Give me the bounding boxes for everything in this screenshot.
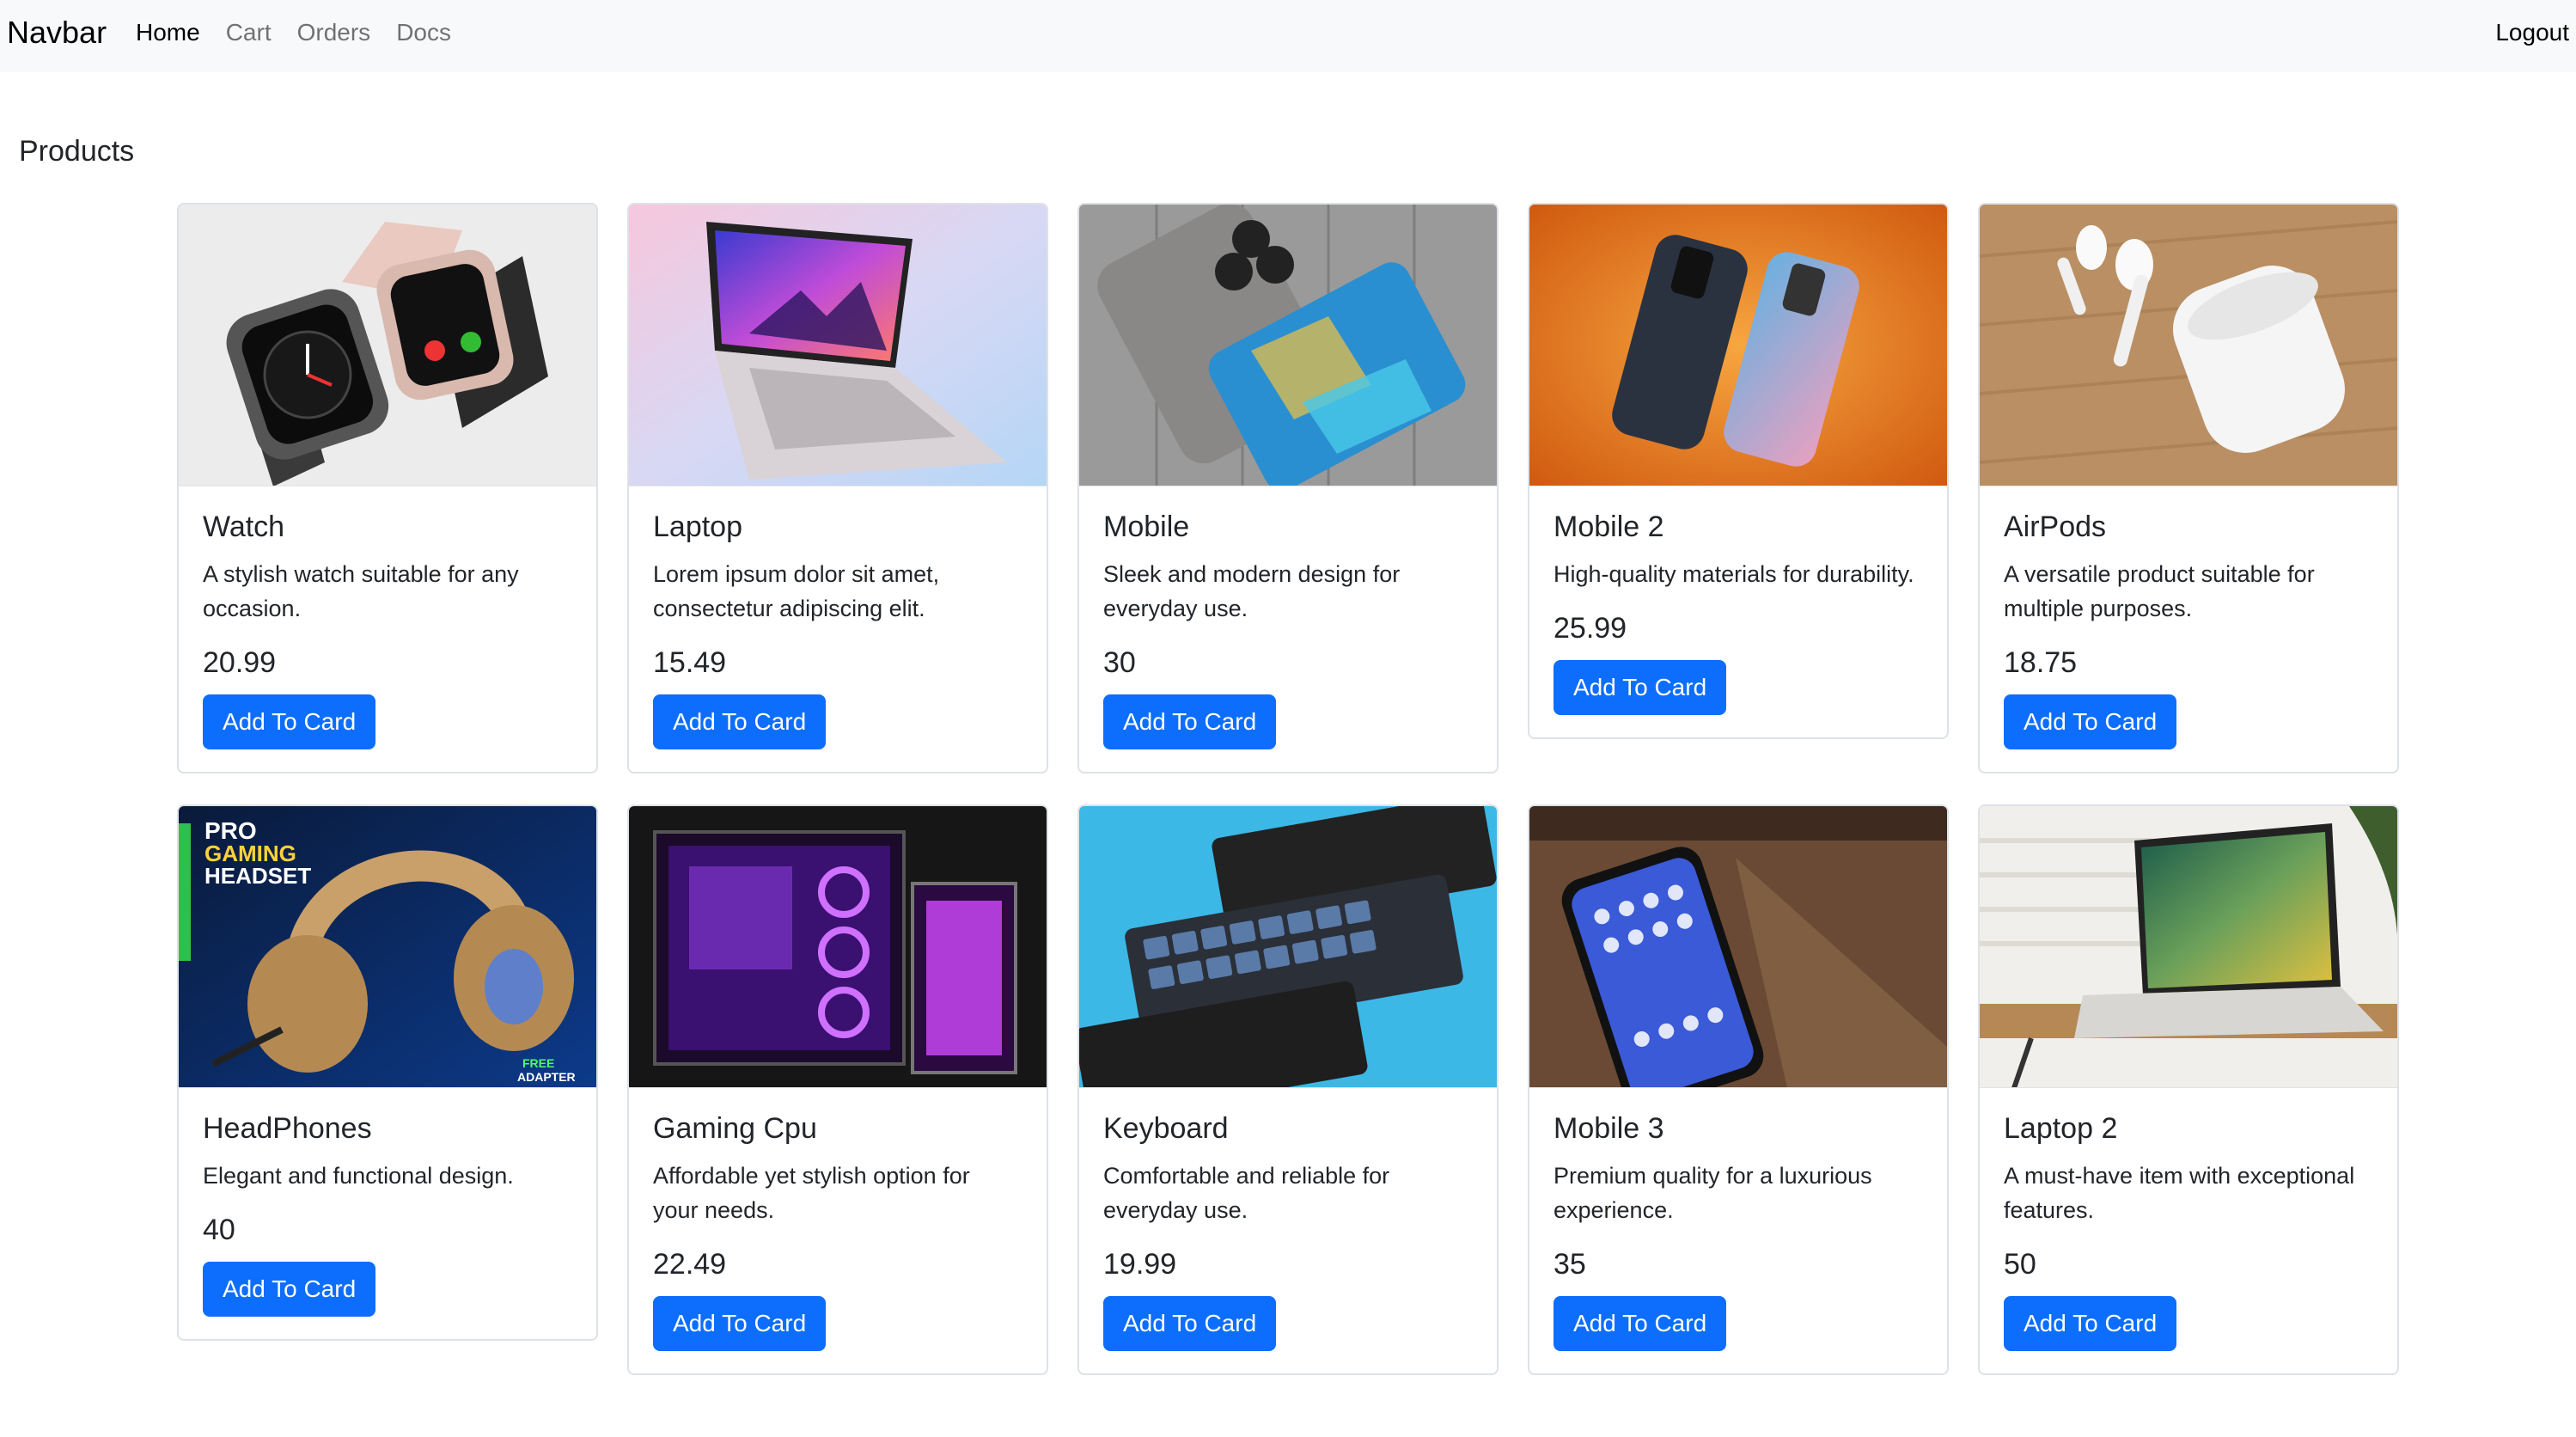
gaming-headset-image[interactable]: PRO GAMING HEADSET FREE ADAPTER	[179, 806, 596, 1088]
add-to-cart-button[interactable]: Add To Card	[653, 694, 827, 749]
product-price: 15.49	[653, 646, 727, 679]
product-card-watch: Watch A stylish watch suitable for any o…	[177, 203, 598, 774]
product-card-airpods: AirPods A versatile product suitable for…	[1978, 203, 2399, 774]
product-description: A versatile product suitable for multipl…	[2004, 561, 2315, 621]
phones-on-wood-image[interactable]	[1079, 205, 1497, 486]
product-title: Mobile	[1103, 511, 1190, 543]
keyboards-image[interactable]	[1079, 806, 1497, 1088]
product-price: 30	[1103, 646, 1136, 679]
product-title: Keyboard	[1103, 1112, 1229, 1145]
product-card-mobile-2: Mobile 2 High-quality materials for dura…	[1528, 203, 1949, 739]
add-to-cart-button[interactable]: Add To Card	[1554, 660, 1727, 715]
navbar-brand[interactable]: Navbar	[7, 14, 107, 52]
nav-link-cart[interactable]: Cart	[226, 15, 272, 50]
product-title: Laptop 2	[2004, 1112, 2118, 1145]
nav-link-home[interactable]: Home	[136, 15, 200, 50]
add-to-cart-button[interactable]: Add To Card	[653, 1296, 827, 1351]
product-title: HeadPhones	[203, 1112, 372, 1145]
product-description: A stylish watch suitable for any occasio…	[203, 561, 519, 621]
product-card-mobile: Mobile Sleek and modern design for every…	[1077, 203, 1499, 774]
product-price: 18.75	[2004, 646, 2078, 679]
product-grid: Watch A stylish watch suitable for any o…	[177, 203, 2399, 1375]
add-to-cart-button[interactable]: Add To Card	[2004, 1296, 2177, 1351]
product-price: 35	[1554, 1248, 1586, 1281]
product-price: 22.49	[653, 1248, 727, 1281]
nav-link-orders[interactable]: Orders	[297, 15, 371, 50]
page-title: Products	[19, 135, 135, 168]
gaming-pc-image[interactable]	[629, 806, 1047, 1088]
product-title: Mobile 3	[1554, 1112, 1664, 1145]
phone-closeup-image[interactable]	[1529, 806, 1947, 1088]
laptop-image[interactable]	[629, 205, 1047, 486]
add-to-cart-button[interactable]: Add To Card	[1103, 1296, 1277, 1351]
product-description: High-quality materials for durability.	[1554, 561, 1914, 587]
product-title: Watch	[203, 511, 285, 543]
product-card-laptop: Laptop Lorem ipsum dolor sit amet, conse…	[627, 203, 1048, 774]
product-description: Lorem ipsum dolor sit amet, consectetur …	[653, 561, 940, 621]
airpods-image[interactable]	[1980, 205, 2397, 486]
product-card-gaming-cpu: Gaming Cpu Affordable yet stylish option…	[627, 804, 1048, 1375]
svg-text:ADAPTER: ADAPTER	[517, 1070, 576, 1084]
add-to-cart-button[interactable]: Add To Card	[2004, 694, 2177, 749]
product-description: A must-have item with exceptional featur…	[2004, 1163, 2355, 1223]
smartwatch-image[interactable]	[179, 205, 596, 486]
product-description: Sleek and modern design for everyday use…	[1103, 561, 1401, 621]
product-card-headphones: PRO GAMING HEADSET FREE ADAPTER HeadPhon…	[177, 804, 598, 1341]
nav-link-docs[interactable]: Docs	[396, 15, 451, 50]
product-description: Comfortable and reliable for everyday us…	[1103, 1163, 1390, 1223]
navbar: Navbar Home Cart Orders Docs Logout	[0, 0, 2576, 72]
product-title: Laptop	[653, 511, 742, 543]
product-card-mobile-3: Mobile 3 Premium quality for a luxurious…	[1528, 804, 1949, 1375]
product-price: 40	[203, 1214, 235, 1246]
product-title: Gaming Cpu	[653, 1112, 817, 1145]
nav-links: Home Cart Orders Docs	[136, 15, 477, 50]
product-card-laptop-2: Laptop 2 A must-have item with exception…	[1978, 804, 2399, 1375]
product-price: 19.99	[1103, 1248, 1177, 1281]
product-description: Elegant and functional design.	[203, 1163, 514, 1189]
product-price: 25.99	[1554, 612, 1627, 645]
add-to-cart-button[interactable]: Add To Card	[1554, 1296, 1727, 1351]
add-to-cart-button[interactable]: Add To Card	[1103, 694, 1277, 749]
product-price: 50	[2004, 1248, 2036, 1281]
laptop-on-table-image[interactable]	[1980, 806, 2397, 1088]
add-to-cart-button[interactable]: Add To Card	[203, 694, 376, 749]
product-description: Premium quality for a luxurious experien…	[1554, 1163, 1872, 1223]
page: Navbar Home Cart Orders Docs Logout Prod…	[0, 0, 2576, 1437]
logout-link[interactable]: Logout	[2495, 15, 2569, 50]
product-title: AirPods	[2004, 511, 2107, 543]
phones-orange-bg-image[interactable]	[1529, 205, 1947, 486]
product-card-keyboard: Keyboard Comfortable and reliable for ev…	[1077, 804, 1499, 1375]
svg-text:HEADSET: HEADSET	[204, 863, 311, 889]
svg-text:FREE: FREE	[522, 1056, 554, 1070]
product-description: Affordable yet stylish option for your n…	[653, 1163, 970, 1223]
add-to-cart-button[interactable]: Add To Card	[203, 1262, 376, 1317]
product-title: Mobile 2	[1554, 511, 1664, 543]
product-price: 20.99	[203, 646, 277, 679]
